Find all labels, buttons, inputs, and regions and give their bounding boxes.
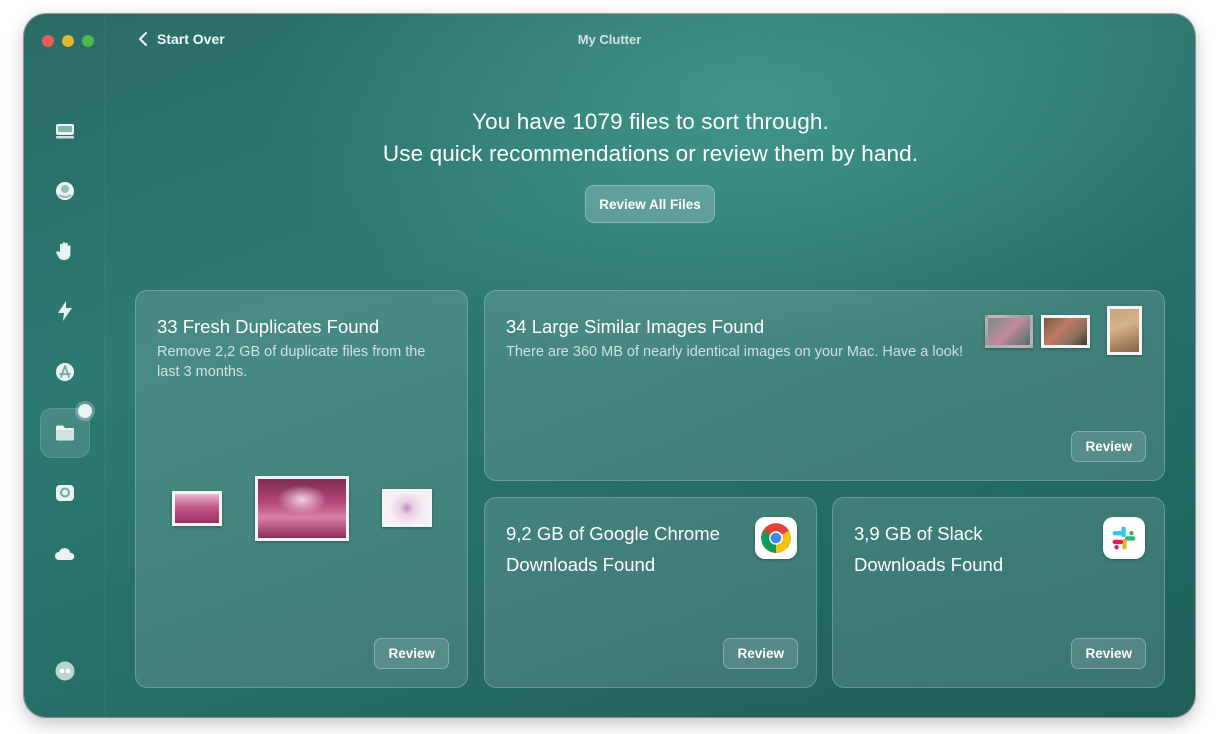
chrome-review-button[interactable]: Review [723,638,798,669]
duplicate-thumbnail-center [255,476,349,541]
similar-images-description: There are 360 MB of nearly identical ima… [506,344,963,360]
slack-downloads-card[interactable]: 3,9 GB of Slack Downloads Found Review [832,497,1165,688]
protection-icon [56,182,74,200]
sidebar-item-space-lens[interactable] [40,468,90,518]
space-lens-icon [56,485,74,501]
app-window: Start Over My Clutter You have 1079 file… [24,14,1195,717]
headline-line-2: Use quick recommendations or review them… [382,141,919,166]
sidebar [24,14,106,717]
similar-thumbnail-3 [1107,306,1142,355]
sidebar-item-protection[interactable] [40,166,90,216]
similar-images-review-button[interactable]: Review [1071,431,1146,462]
cloud-icon [55,548,75,560]
duplicates-title: 33 Fresh Duplicates Found [157,316,380,337]
headline-line-1: You have 1079 files to sort through. [472,109,829,134]
similar-thumbnail-2 [1041,315,1090,348]
slack-icon [1103,517,1145,559]
folder-icon [56,425,74,441]
hand-icon [56,242,71,260]
slack-review-button[interactable]: Review [1071,638,1146,669]
duplicates-card[interactable]: 33 Fresh Duplicates Found Remove 2,2 GB … [135,290,468,688]
chrome-downloads-card[interactable]: 9,2 GB of Google Chrome Downloads Found … [484,497,817,688]
duplicate-thumbnail-right [382,489,432,527]
assistant-icon [55,661,75,681]
notification-dot [78,404,92,418]
sidebar-item-cloud[interactable] [40,529,90,579]
sidebar-item-applications[interactable] [40,347,90,397]
similar-images-title: 34 Large Similar Images Found [506,316,765,337]
sidebar-item-performance[interactable] [40,286,90,336]
google-chrome-icon [755,517,797,559]
similar-images-card[interactable]: 34 Large Similar Images Found There are … [484,290,1165,481]
window-title: My Clutter [577,32,642,47]
chrome-title: 9,2 GB of Google Chrome Downloads Found [506,523,720,575]
lightning-icon [58,301,72,321]
sidebar-item-my-clutter[interactable] [40,404,92,458]
duplicate-thumbnail-left [172,491,222,526]
duplicates-description: Remove 2,2 GB of duplicate files from th… [157,344,426,380]
review-all-files-button[interactable]: Review All Files [585,185,715,223]
hard-drive-icon [56,124,74,139]
headline: You have 1079 files to sort through. Use… [106,106,1195,170]
sidebar-item-privacy[interactable] [40,226,90,276]
slack-title: 3,9 GB of Slack Downloads Found [854,523,1004,575]
duplicates-review-button[interactable]: Review [374,638,449,669]
applications-icon [56,363,74,381]
similar-thumbnail-1 [985,315,1033,348]
sidebar-item-cleanup[interactable] [40,106,90,156]
sidebar-item-assistant[interactable] [40,646,90,696]
